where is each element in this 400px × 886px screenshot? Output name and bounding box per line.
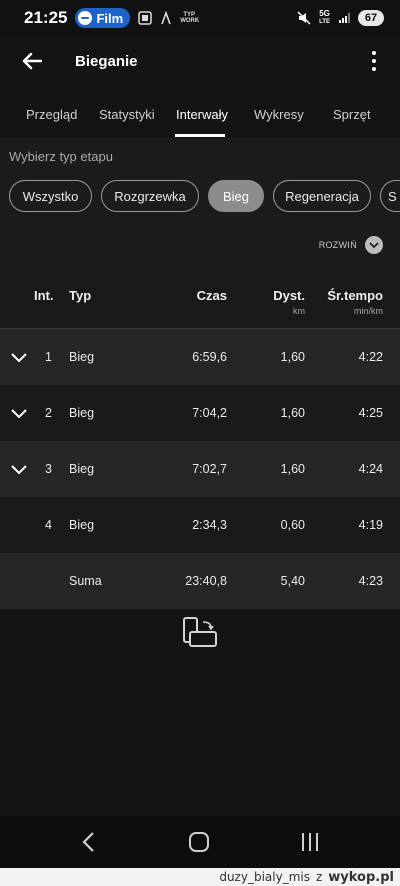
table-row[interactable]: 1 Bieg 6:59,6 1,60 4:22 [0,329,400,385]
header-int: Int. [34,288,54,303]
filter-label: Wybierz typ etapu [9,149,113,164]
app-bar: Bieganie [0,36,400,86]
header-time: Czas [196,288,227,303]
cell-dist: 1,60 [280,350,305,364]
chip-bieg[interactable]: Bieg [208,180,264,212]
chip-wszystko[interactable]: Wszystko [9,180,92,212]
media-label: Film [96,10,124,26]
cell-time: 6:59,6 [192,350,227,364]
nav-back-icon[interactable] [78,830,100,854]
header-dist-unit: km [293,306,305,316]
chevron-down-icon[interactable] [9,403,29,423]
battery-indicator: 67 [358,10,384,26]
system-nav-bar [0,816,400,868]
cell-type: Bieg [69,350,95,364]
chevron-down-icon[interactable] [9,347,29,367]
cell-dist: 1,60 [280,462,305,476]
cell-pace: 4:19 [358,518,383,532]
cell-type: Bieg [69,462,95,476]
filter-panel: Wybierz typ etapu Wszystko Rozgrzewka Bi… [0,138,400,273]
watermark-logo: wykop.pl [328,869,394,885]
intervals-table: Int. Typ Czas Dyst. km Śr.tempo min/km 1… [0,273,400,609]
cell-time: 7:04,2 [192,406,227,420]
summary-pace: 4:23 [358,574,383,588]
watermark-user: duzy_bialy_mis [219,870,310,884]
chip-regeneracja[interactable]: Regeneracja [273,180,371,212]
table-row[interactable]: 2 Bieg 7:04,2 1,60 4:25 [0,385,400,441]
tab-active-indicator [175,134,225,137]
signal-icon [339,13,350,23]
expand-label: ROZWIŃ [318,240,357,250]
rotate-screen-icon[interactable] [181,616,219,650]
cell-int: 2 [45,406,52,420]
strava-icon [161,11,171,25]
header-type: Typ [69,288,92,303]
status-time: 21:25 [24,8,68,27]
header-pace-unit: min/km [354,306,383,316]
cell-time: 2:34,3 [192,518,227,532]
chip-rozgrzewka[interactable]: Rozgrzewka [101,180,199,212]
screenshot-icon [138,11,152,25]
table-row: 4 Bieg 2:34,3 0,60 4:19 [0,497,400,553]
cell-dist: 1,60 [280,406,305,420]
page-title: Bieganie [75,52,138,70]
chevron-down-icon[interactable] [9,459,29,479]
tab-interwaly[interactable]: Interwały [176,90,228,138]
cell-type: Bieg [69,518,95,532]
cell-int: 3 [45,462,52,476]
expand-all-button[interactable]: ROZWIŃ [319,236,383,254]
network-type: 5G LTE [319,9,330,26]
back-button[interactable] [17,46,47,76]
header-pace: Śr.tempo [327,288,383,303]
tab-przeglad[interactable]: Przegląd [26,90,77,138]
summary-row: Suma 23:40,8 5,40 4:23 [0,553,400,609]
more-vert-icon[interactable] [362,46,386,76]
cell-pace: 4:25 [358,406,383,420]
chip-partial[interactable]: S [380,180,400,212]
tab-bar: Przegląd Statystyki Interwały Wykresy Sp… [0,90,400,138]
table-header: Int. Typ Czas Dyst. km Śr.tempo min/km [0,273,400,329]
cell-int: 4 [45,518,52,532]
summary-label: Suma [69,574,102,588]
spotify-icon [78,11,93,25]
cell-int: 1 [45,350,52,364]
summary-dist: 5,40 [280,574,305,588]
status-bar: 21:25 Film TYP WORK 5G LTE 67 [0,0,400,36]
watermark-bar: duzy_bialy_mis z wykop.pl [0,868,400,886]
table-row[interactable]: 3 Bieg 7:02,7 1,60 4:24 [0,441,400,497]
mute-icon [297,11,311,25]
cell-pace: 4:22 [358,350,383,364]
cell-type: Bieg [69,406,95,420]
media-pill[interactable]: Film [75,8,131,28]
summary-time: 23:40,8 [185,574,227,588]
watermark-suffix: z [315,870,323,884]
nav-home-icon[interactable] [189,832,209,852]
header-dist: Dyst. [273,288,305,303]
tab-sprzet[interactable]: Sprzęt [333,90,371,138]
cell-pace: 4:24 [358,462,383,476]
cell-dist: 0,60 [280,518,305,532]
tab-wykresy[interactable]: Wykresy [254,90,304,138]
arrow-left-icon [22,52,42,70]
tab-statystyki[interactable]: Statystyki [99,90,155,138]
nav-recents-icon[interactable] [302,833,318,851]
chevron-down-icon [365,236,383,254]
cell-time: 7:02,7 [192,462,227,476]
small-badge: TYP WORK [180,12,200,24]
